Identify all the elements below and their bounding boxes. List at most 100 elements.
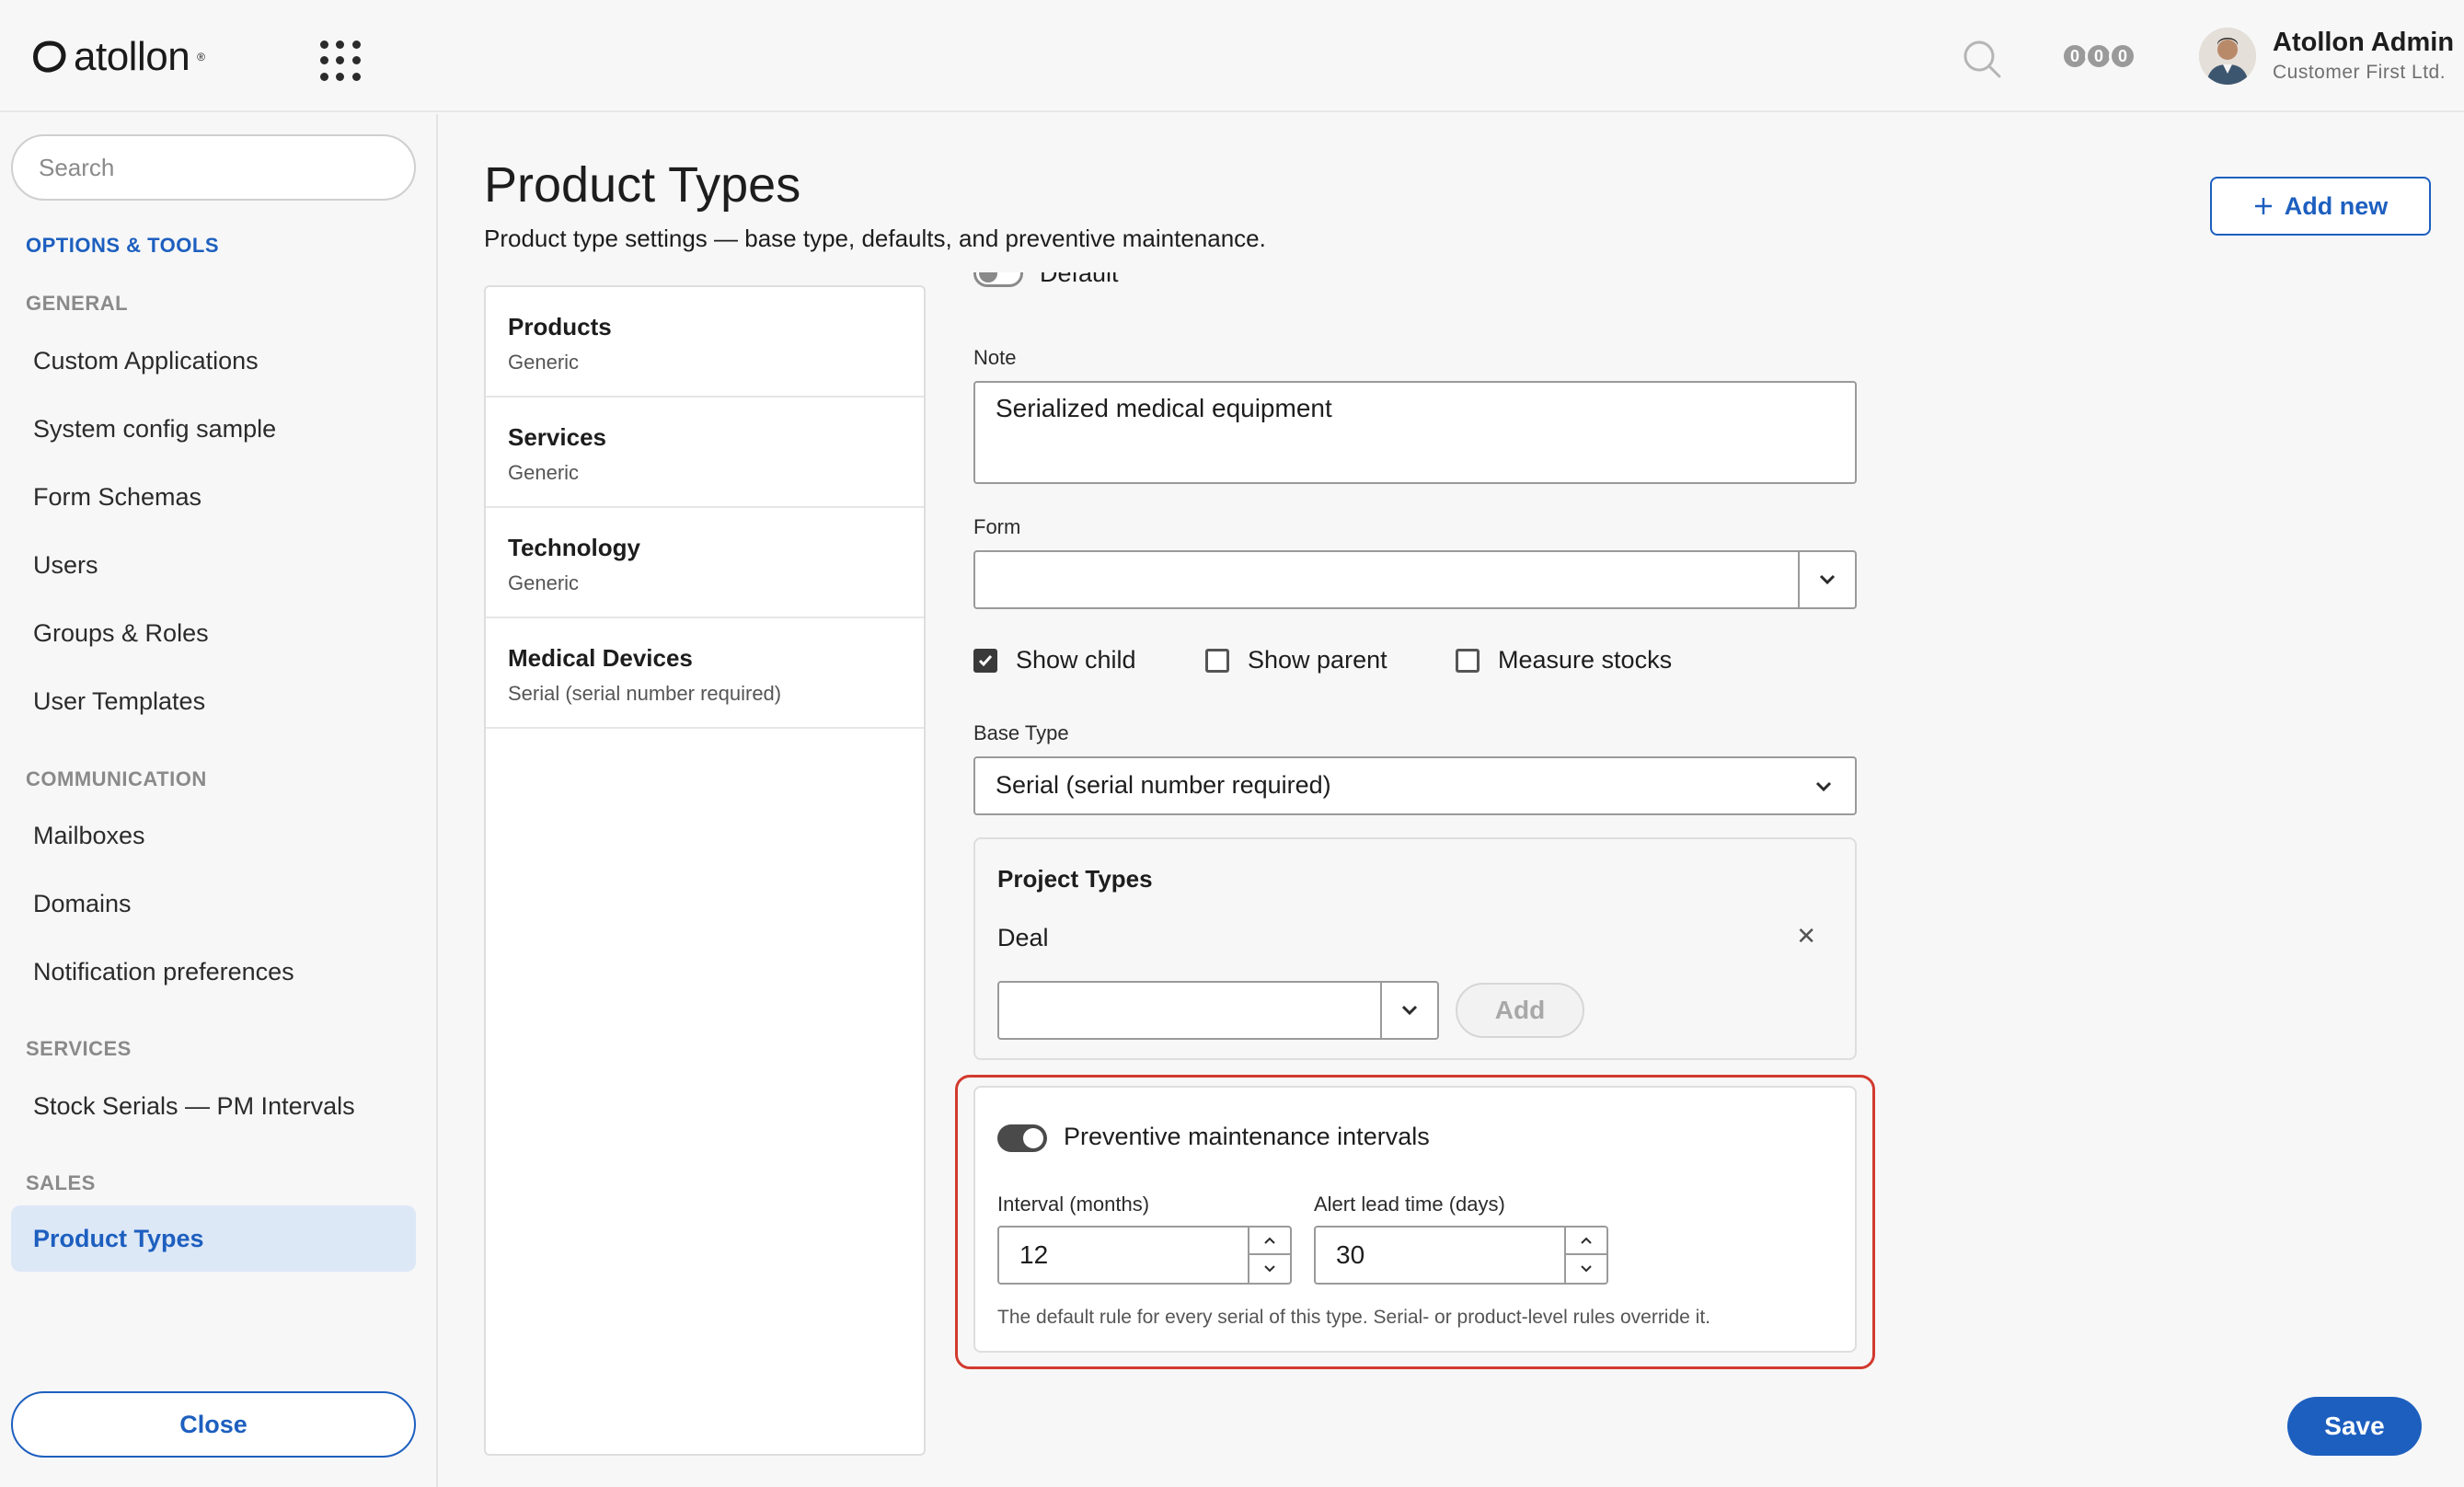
chevron-down-icon [1401,1005,1418,1016]
increment-button[interactable] [1566,1228,1606,1255]
note-label: Note [973,346,1017,369]
chevron-down-icon [1815,781,1832,792]
measure-stocks-checkbox[interactable] [1456,648,1480,673]
interval-input[interactable]: 12 [997,1226,1292,1285]
section-sales: SALES [26,1171,96,1194]
logo-registered-mark: ® [197,51,206,63]
sidebar-item-notification-preferences[interactable]: Notification preferences [11,939,416,1005]
chevron-up-icon [1264,1237,1275,1244]
alert-lead-stepper[interactable] [1564,1228,1606,1283]
sidebar-item-domains[interactable]: Domains [11,870,416,937]
decrement-button[interactable] [1249,1255,1290,1283]
base-type-select[interactable]: Serial (serial number required) [973,756,1857,815]
show-parent-checkbox[interactable] [1205,648,1229,673]
sidebar-item-system-config[interactable]: System config sample [11,396,416,462]
list-item[interactable]: Services Generic [486,398,924,508]
default-label: Default [1040,272,1119,287]
type-description: Generic [508,571,580,594]
interval-label: Interval (months) [997,1193,1150,1216]
logo-text: atollon [74,34,190,79]
pm-toggle[interactable] [997,1124,1047,1152]
increment-button[interactable] [1249,1228,1290,1255]
save-button[interactable]: Save [2287,1397,2422,1456]
show-parent-checkbox-row[interactable]: Show parent [1205,646,1387,674]
project-types-title: Project Types [997,865,1153,893]
project-type-dropdown[interactable] [1380,983,1437,1038]
user-menu[interactable]: Atollon Admin Customer First Ltd. [2199,26,2454,86]
sidebar-item-mailboxes[interactable]: Mailboxes [11,802,416,869]
decrement-button[interactable] [1566,1255,1606,1283]
sidebar: Search OPTIONS & TOOLS GENERAL Custom Ap… [0,114,438,1487]
section-communication: COMMUNICATION [26,767,207,790]
chevron-down-icon [1581,1265,1592,1273]
search-icon[interactable] [1962,39,2002,79]
measure-stocks-checkbox-row[interactable]: Measure stocks [1456,646,1672,674]
notification-counters[interactable]: 0 0 0 [2061,42,2136,70]
sidebar-item-product-types[interactable]: Product Types [11,1205,416,1272]
section-general: GENERAL [26,292,129,315]
form-label: Form [973,515,1021,538]
user-organization: Customer First Ltd. [2273,62,2447,83]
list-item[interactable]: Products Generic [486,287,924,398]
page-subtitle: Product type settings — base type, defau… [484,225,1266,252]
apps-grid-icon[interactable] [320,40,361,81]
checkmark-icon [978,654,993,666]
form-select[interactable] [973,550,1857,609]
type-name: Products [508,313,612,340]
counter-badge[interactable]: 0 [2109,42,2136,70]
pm-helper-text: The default rule for every serial of thi… [997,1307,1711,1328]
add-new-label: Add new [2284,191,2389,220]
note-field[interactable]: Serialized medical equipment [973,381,1857,484]
chevron-down-icon [1264,1265,1275,1273]
sidebar-item-user-templates[interactable]: User Templates [11,668,416,734]
sidebar-item-stock-serials[interactable]: Stock Serials — PM Intervals [11,1073,416,1139]
default-toggle-row: Default [973,272,1857,300]
form-select-dropdown[interactable] [1798,552,1855,607]
options-tools-heading: OPTIONS & TOOLS [26,234,220,257]
project-type-select[interactable] [997,981,1439,1040]
list-item[interactable]: Technology Generic [486,508,924,618]
avatar[interactable] [2199,28,2256,85]
project-type-item: Deal [997,924,1049,951]
sidebar-item-custom-applications[interactable]: Custom Applications [11,328,416,394]
page-title: Product Types [484,157,801,213]
show-child-checkbox[interactable] [973,648,997,673]
user-name: Atollon Admin [2273,28,2455,57]
alert-lead-value: 30 [1336,1240,1365,1269]
add-project-type-button[interactable]: Add [1456,983,1584,1038]
type-description: Serial (serial number required) [508,682,782,705]
type-description: Generic [508,461,580,484]
sidebar-item-groups-roles[interactable]: Groups & Roles [11,600,416,666]
interval-stepper[interactable] [1248,1228,1290,1283]
product-type-list: Products Generic Services Generic Techno… [484,285,926,1456]
chevron-down-icon [1819,574,1836,585]
user-avatar-icon [2199,28,2256,85]
list-item[interactable]: Medical Devices Serial (serial number re… [486,618,924,729]
atollon-logo-icon [33,40,66,73]
interval-value: 12 [1019,1240,1049,1269]
sidebar-item-form-schemas[interactable]: Form Schemas [11,464,416,530]
sidebar-search-input[interactable]: Search [11,134,416,201]
type-description: Generic [508,351,580,374]
measure-stocks-label: Measure stocks [1498,646,1673,674]
alert-lead-input[interactable]: 30 [1314,1226,1608,1285]
section-services: SERVICES [26,1037,132,1060]
plus-icon [2254,198,2272,214]
type-name: Technology [508,534,640,561]
default-toggle[interactable] [973,272,1023,287]
show-child-checkbox-row[interactable]: Show child [973,646,1136,674]
project-types-panel: Project Types Deal ✕ Add [973,837,1857,1060]
show-child-label: Show child [1016,646,1136,674]
top-bar: atollon ® 0 0 0 Atollon Admin Customer Fi… [0,0,2464,112]
pm-label: Preventive maintenance intervals [1064,1123,1430,1150]
preventive-maintenance-card: Preventive maintenance intervals Interva… [973,1086,1857,1353]
type-name: Services [508,423,606,451]
remove-project-type-close-icon[interactable]: ✕ [1796,922,1816,951]
base-type-label: Base Type [973,721,1069,744]
chevron-up-icon [1581,1237,1592,1244]
show-parent-label: Show parent [1248,646,1387,674]
sidebar-item-users[interactable]: Users [11,532,416,598]
close-button[interactable]: Close [11,1391,416,1458]
atollon-logo[interactable]: atollon ® [31,33,205,81]
add-new-button[interactable]: Add new [2210,177,2431,236]
